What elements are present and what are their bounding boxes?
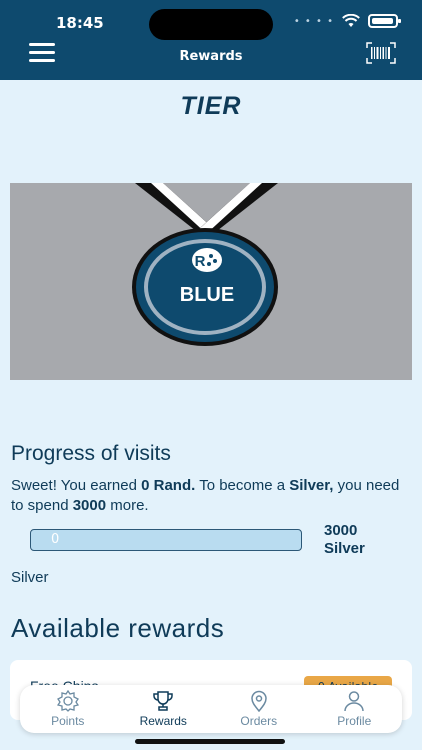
progress-title: Progress of visits — [11, 442, 171, 465]
desc-end: more. — [106, 497, 149, 514]
battery-icon — [368, 14, 401, 28]
desc-prefix: Sweet! You earned — [11, 477, 142, 494]
tab-orders-label: Orders — [240, 714, 278, 728]
tier-title: TIER — [180, 92, 242, 120]
status-icons: • • • • — [293, 14, 401, 28]
target-points: 3000 — [324, 522, 358, 539]
tab-profile[interactable]: Profile — [309, 690, 399, 728]
bottom-tab-bar: Points Rewards Orders Profile — [20, 685, 402, 733]
progress-bar: 0 — [30, 529, 302, 551]
tab-points-label: Points — [51, 714, 85, 728]
wifi-icon — [342, 14, 360, 27]
next-tier-label: Silver — [11, 569, 49, 586]
target-tier: Silver — [324, 540, 365, 557]
tier-medal-image: R BLUE — [10, 183, 412, 380]
status-time: 18:45 — [56, 14, 104, 32]
person-icon — [344, 691, 364, 712]
desc-middle: To become a — [195, 477, 290, 494]
camera-notch — [149, 9, 273, 40]
top-bar: 18:45 • • • • Rewards — [0, 0, 422, 80]
amount-needed: 3000 — [72, 497, 107, 514]
tab-orders[interactable]: Orders — [214, 690, 304, 728]
location-pin-icon — [250, 690, 267, 712]
barcode-scan-icon[interactable] — [366, 42, 396, 64]
home-indicator — [135, 739, 285, 744]
signal-icon: • • • • — [293, 15, 334, 27]
tab-points[interactable]: Points — [23, 690, 113, 728]
page-title: Rewards — [179, 49, 243, 64]
gear-badge-icon — [56, 690, 79, 712]
trophy-icon — [153, 691, 173, 711]
available-rewards-title: Available rewards — [11, 613, 225, 643]
target-info: 3000 Silver — [324, 522, 365, 558]
next-tier-name: Silver, — [289, 477, 334, 494]
medal-label: BLUE — [180, 284, 234, 306]
svg-text:R: R — [195, 253, 206, 270]
tab-profile-label: Profile — [337, 714, 372, 728]
tab-rewards[interactable]: Rewards — [118, 690, 208, 728]
progress-value: 0 — [51, 532, 60, 547]
tab-rewards-label: Rewards — [139, 714, 187, 728]
medal-icon: R BLUE — [132, 183, 278, 346]
progress-description: Sweet! You earned 0 Rand. To become a Si… — [11, 476, 411, 516]
earned-amount: 0 Rand. — [141, 477, 196, 494]
